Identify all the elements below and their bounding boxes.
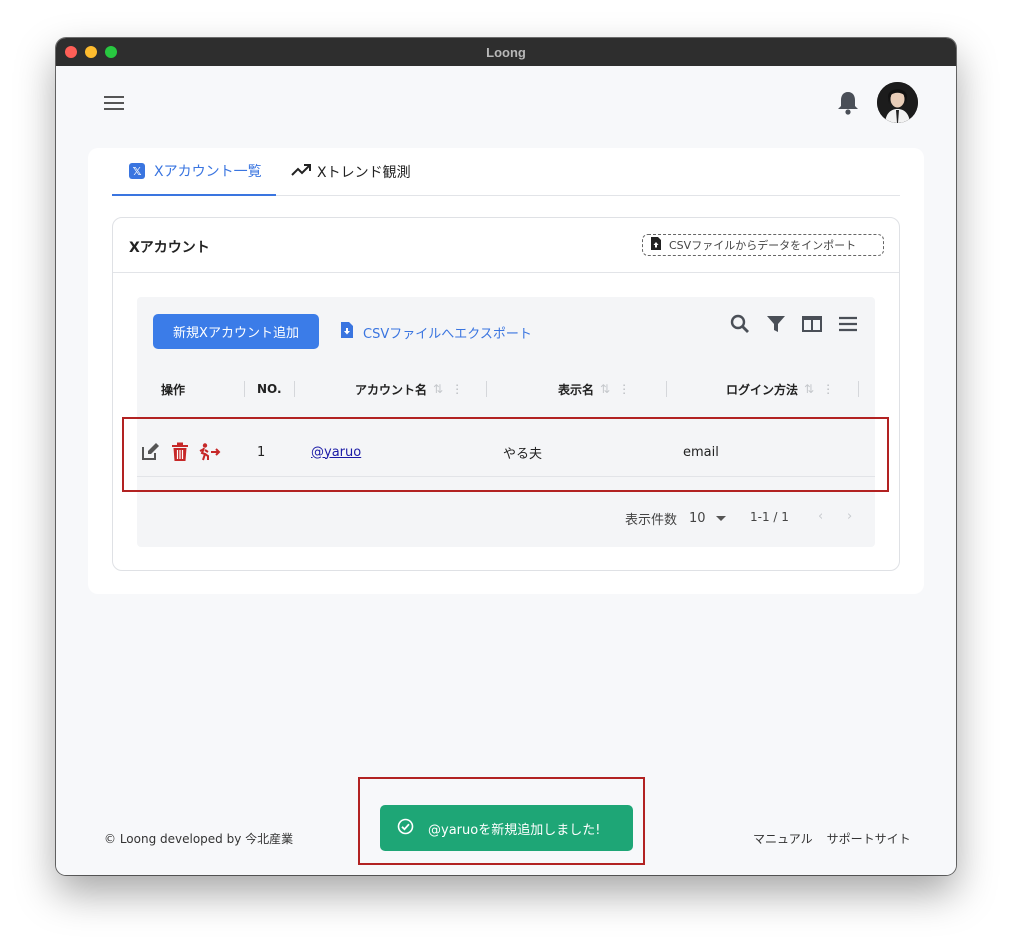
column-menu-icon[interactable]: ⋮ (451, 382, 463, 396)
close-window-button[interactable] (65, 46, 77, 58)
grid-toolbar (729, 313, 859, 335)
add-account-button[interactable]: 新規Xアカウント追加 (153, 314, 319, 349)
search-icon[interactable] (729, 313, 751, 335)
row-highlight-annotation (122, 417, 889, 492)
accounts-panel: Xアカウント CSVファイルからデータをインポート 新規Xアカウント追加 CSV… (112, 217, 900, 571)
x-logo-icon: 𝕏 (129, 163, 145, 179)
column-header-no[interactable]: NO. (257, 375, 282, 403)
sort-icon[interactable]: ⇅ (804, 382, 814, 396)
rows-per-page-label: 表示件数 (625, 513, 678, 528)
sort-icon[interactable]: ⇅ (600, 382, 610, 396)
footer-copyright: © Loong developed by 今北産業 (104, 832, 294, 846)
avatar[interactable] (877, 82, 918, 123)
column-header-display-name[interactable]: 表示名 ⇅ ⋮ (558, 375, 630, 403)
next-page-button[interactable]: › (847, 509, 852, 524)
panel-title: Xアカウント (129, 240, 210, 256)
column-header-login[interactable]: ログイン方法 ⇅ ⋮ (726, 375, 834, 403)
tab-x-accounts[interactable]: 𝕏 Xアカウント一覧 (112, 148, 276, 196)
file-download-icon (341, 322, 353, 342)
main-card: 𝕏 Xアカウント一覧 Xトレンド観測 Xアカウント CSVファイルからデータをイ… (88, 148, 924, 594)
rows-per-page-select[interactable]: 10 (689, 507, 726, 529)
column-separator[interactable] (244, 381, 245, 397)
file-upload-icon (651, 237, 661, 253)
title-bar: Loong (56, 38, 956, 66)
tab-label: Xトレンド観測 (317, 165, 411, 181)
tab-label: Xアカウント一覧 (154, 164, 262, 180)
csv-import-label: CSVファイルからデータをインポート (669, 239, 857, 252)
pagination: 表示件数 10 1-1 / 1 ‹ › (137, 507, 875, 529)
column-separator[interactable] (486, 381, 487, 397)
trending-up-icon (291, 163, 311, 181)
tab-x-trends[interactable]: Xトレンド観測 (291, 148, 411, 196)
panel-header: Xアカウント CSVファイルからデータをインポート (113, 218, 899, 273)
tab-bar: 𝕏 Xアカウント一覧 Xトレンド観測 (112, 148, 900, 196)
toast-highlight-annotation (358, 777, 645, 865)
columns-icon[interactable] (801, 313, 823, 335)
chevron-down-icon (715, 515, 726, 521)
table-header: 操作 NO. アカウント名 ⇅ ⋮ 表示名 ⇅ ⋮ ログイン方法 ⇅ ⋮ (137, 375, 875, 403)
bell-icon[interactable] (836, 90, 860, 116)
window-controls (65, 46, 117, 58)
column-menu-icon[interactable]: ⋮ (822, 382, 834, 396)
column-separator[interactable] (858, 381, 859, 397)
window-title: Loong (486, 44, 526, 60)
footer-links: マニュアル サポートサイト (753, 830, 911, 847)
hamburger-icon[interactable] (104, 96, 126, 112)
minimize-window-button[interactable] (85, 46, 97, 58)
filter-icon[interactable] (765, 313, 787, 335)
manual-link[interactable]: マニュアル (753, 830, 813, 847)
maximize-window-button[interactable] (105, 46, 117, 58)
page-range: 1-1 / 1 (750, 510, 789, 524)
column-separator[interactable] (294, 381, 295, 397)
column-separator[interactable] (666, 381, 667, 397)
sort-icon[interactable]: ⇅ (433, 382, 443, 396)
csv-export-button[interactable]: CSVファイルへエクスポート (341, 321, 532, 343)
column-menu-icon[interactable]: ⋮ (618, 382, 630, 396)
prev-page-button[interactable]: ‹ (818, 509, 823, 524)
csv-export-label: CSVファイルへエクスポート (363, 326, 532, 342)
column-header-account[interactable]: アカウント名 ⇅ ⋮ (355, 375, 463, 403)
support-link[interactable]: サポートサイト (827, 830, 911, 847)
column-header-actions: 操作 (161, 382, 186, 397)
csv-import-button[interactable]: CSVファイルからデータをインポート (642, 234, 884, 256)
density-icon[interactable] (837, 313, 859, 335)
